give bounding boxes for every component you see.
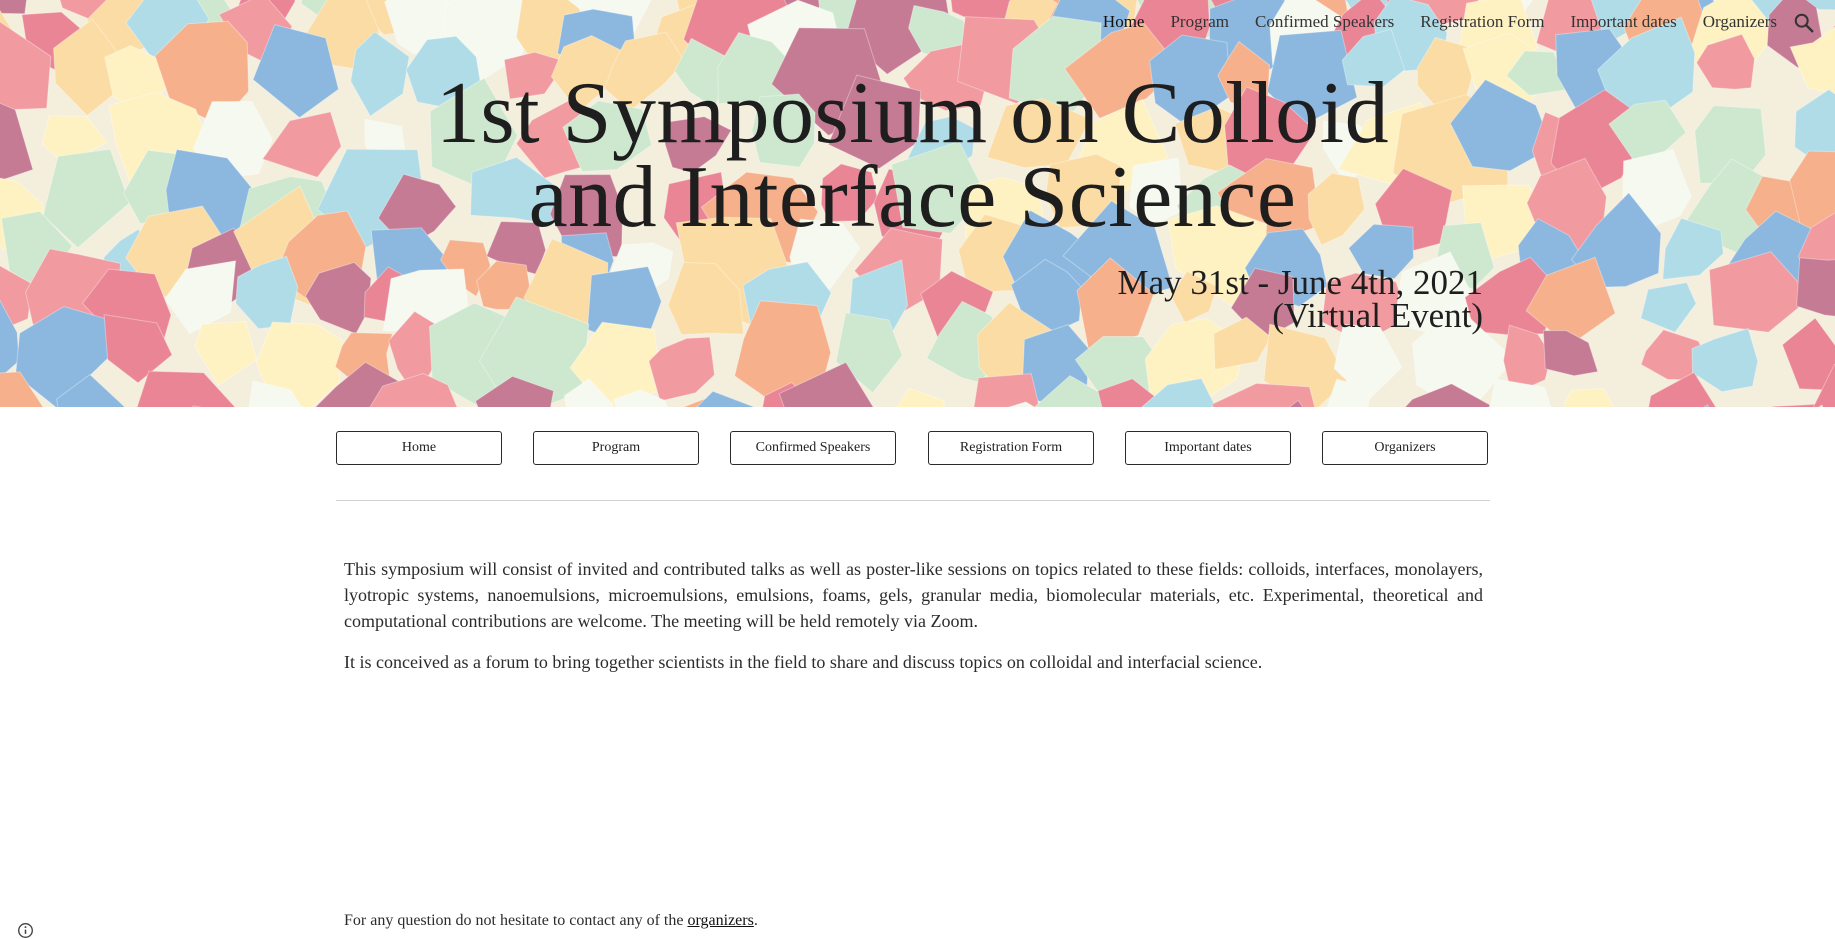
title-line-2: and Interface Science bbox=[340, 156, 1485, 240]
title-line-1: 1st Symposium on Colloid bbox=[340, 72, 1485, 156]
header-banner: Home Program Confirmed Speakers Registra… bbox=[0, 0, 1835, 407]
topnav-important-dates[interactable]: Important dates bbox=[1571, 12, 1677, 32]
intro-paragraph: This symposium will consist of invited a… bbox=[344, 556, 1483, 634]
program-button[interactable]: Program bbox=[533, 431, 699, 465]
button-navigation: Home Program Confirmed Speakers Registra… bbox=[336, 431, 1490, 467]
top-navigation: Home Program Confirmed Speakers Registra… bbox=[1103, 12, 1777, 32]
organizers-link[interactable]: organizers bbox=[687, 912, 753, 929]
topnav-registration-form[interactable]: Registration Form bbox=[1420, 12, 1544, 32]
confirmed-speakers-button[interactable]: Confirmed Speakers bbox=[730, 431, 896, 465]
topnav-program[interactable]: Program bbox=[1170, 12, 1229, 32]
section-divider bbox=[336, 500, 1490, 501]
important-dates-button[interactable]: Important dates bbox=[1125, 431, 1291, 465]
registration-form-button[interactable]: Registration Form bbox=[928, 431, 1094, 465]
info-icon[interactable] bbox=[17, 922, 34, 939]
topnav-organizers[interactable]: Organizers bbox=[1703, 12, 1777, 32]
organizers-button[interactable]: Organizers bbox=[1322, 431, 1488, 465]
search-icon[interactable] bbox=[1793, 12, 1815, 34]
topnav-confirmed-speakers[interactable]: Confirmed Speakers bbox=[1255, 12, 1394, 32]
contact-end: . bbox=[754, 912, 758, 929]
topnav-home[interactable]: Home bbox=[1103, 12, 1145, 32]
main-content: This symposium will consist of invited a… bbox=[344, 556, 1483, 690]
event-format: (Virtual Event) bbox=[1117, 299, 1483, 332]
page-title: 1st Symposium on Colloid and Interface S… bbox=[340, 72, 1485, 240]
event-date: May 31st - June 4th, 2021 bbox=[1117, 266, 1483, 299]
home-button[interactable]: Home bbox=[336, 431, 502, 465]
forum-paragraph: It is conceived as a forum to bring toge… bbox=[344, 649, 1483, 675]
contact-text: For any question do not hesitate to cont… bbox=[344, 912, 687, 929]
contact-line: For any question do not hesitate to cont… bbox=[344, 912, 758, 930]
event-subtitle: May 31st - June 4th, 2021 (Virtual Event… bbox=[1117, 266, 1483, 332]
